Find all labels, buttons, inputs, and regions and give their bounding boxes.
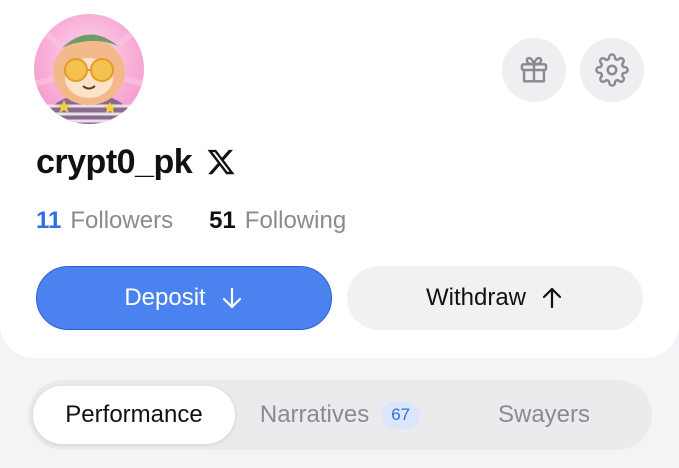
profile-card: crypt0_pk 11 Followers 51 Following Depo…	[0, 0, 679, 358]
following-label: Following	[244, 207, 347, 234]
withdraw-label: Withdraw	[425, 284, 527, 311]
username-row: crypt0_pk	[36, 140, 236, 184]
tab-swayers[interactable]: Swayers	[448, 386, 640, 444]
settings-button[interactable]	[580, 38, 644, 102]
username: crypt0_pk	[36, 142, 193, 181]
tab-narratives[interactable]: Narratives 67	[250, 386, 430, 444]
follow-stats: 11 Followers 51 Following	[36, 205, 382, 237]
tab-swayers-label: Swayers	[497, 401, 591, 428]
arrow-down-icon	[222, 287, 241, 309]
tab-performance-label: Performance	[65, 401, 203, 428]
followers-label: Followers	[70, 207, 174, 234]
profile-tabs: Performance Narratives 67 Swayers	[28, 380, 652, 450]
withdraw-button[interactable]: Withdraw	[347, 266, 643, 330]
sloth-avatar-illustration	[34, 21, 144, 124]
deposit-label: Deposit	[124, 284, 206, 311]
tab-narratives-label: Narratives	[259, 401, 370, 428]
narratives-count-badge: 67	[381, 401, 421, 429]
following-count: 51	[209, 207, 236, 234]
arrow-up-icon	[542, 287, 562, 309]
gift-button[interactable]	[502, 38, 566, 102]
followers-count: 11	[36, 207, 62, 234]
x-logo-icon[interactable]	[206, 147, 236, 177]
gear-icon	[595, 53, 629, 87]
deposit-button[interactable]: Deposit	[36, 266, 332, 330]
tab-performance[interactable]: Performance	[33, 386, 235, 444]
following-link[interactable]: 51 Following	[209, 207, 346, 235]
followers-link[interactable]: 11 Followers	[36, 207, 173, 235]
avatar[interactable]	[34, 14, 144, 124]
gift-icon	[520, 56, 548, 83]
